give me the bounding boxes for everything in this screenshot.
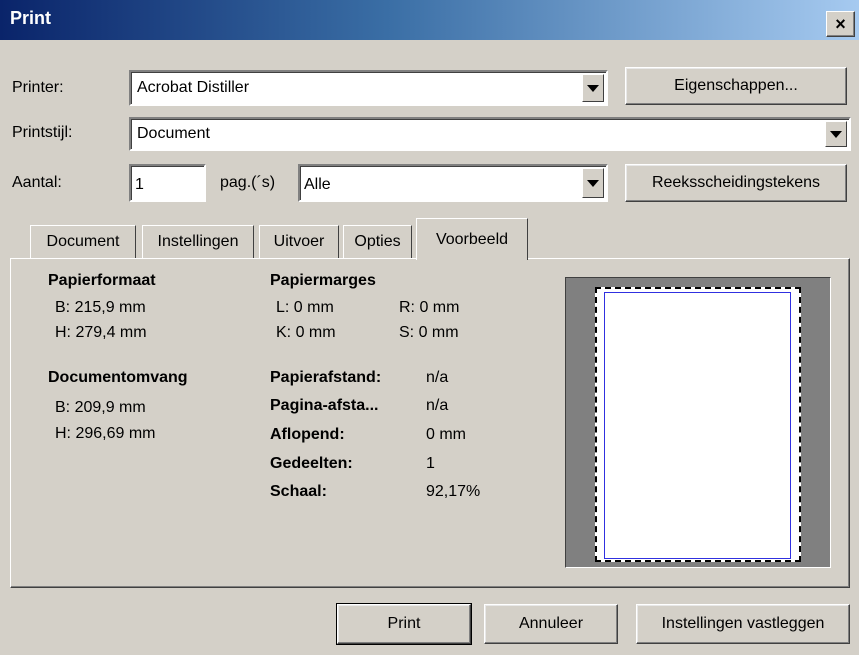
tab-document[interactable]: Document [30, 225, 136, 258]
cancel-button[interactable]: Annuleer [484, 604, 618, 644]
title-bar: Print × [0, 0, 859, 40]
tab-opties[interactable]: Opties [343, 225, 412, 258]
paper-format-heading: Papierformaat [48, 272, 156, 289]
save-settings-button[interactable]: Instellingen vastleggen [636, 604, 850, 644]
print-button[interactable]: Print [336, 603, 472, 645]
separator-button[interactable]: Reeksscheidingstekens [625, 164, 847, 202]
paper-margins-heading: Papiermarges [270, 272, 376, 289]
detail-value: 0 mm [426, 426, 466, 443]
detail-value: 92,17% [426, 483, 481, 500]
window-title: Print [10, 8, 52, 28]
chevron-down-icon [587, 84, 599, 92]
close-button[interactable]: × [826, 11, 855, 37]
print-dialog: Print × Printer: Acrobat Distiller Eigen… [0, 0, 859, 655]
document-height: H: 296,69 mm [55, 425, 156, 442]
preview-printable-area [604, 292, 791, 559]
detail-label: Aflopend: [270, 426, 345, 443]
copies-label: Aantal: [12, 174, 62, 191]
printer-select[interactable]: Acrobat Distiller [129, 70, 608, 106]
pages-select[interactable]: Alle [298, 164, 608, 202]
print-style-select[interactable]: Document [129, 117, 851, 151]
detail-label: Pagina-afsta... [270, 397, 379, 414]
detail-label: Schaal: [270, 483, 327, 500]
copies-value: 1 [135, 176, 144, 193]
margin-bottom: S: 0 mm [399, 324, 459, 341]
chevron-down-icon [830, 130, 842, 138]
detail-value: 1 [426, 455, 435, 472]
print-style-dropdown-button[interactable] [825, 121, 847, 147]
margin-top: K: 0 mm [276, 324, 336, 341]
copies-input[interactable]: 1 [129, 164, 206, 202]
chevron-down-icon [587, 179, 599, 187]
print-style-label: Printstijl: [12, 124, 73, 141]
pages-value: Alle [304, 176, 331, 193]
print-style-value: Document [137, 125, 210, 142]
properties-button[interactable]: Eigenschappen... [625, 67, 847, 105]
detail-label: Gedeelten: [270, 455, 353, 472]
tab-uitvoer[interactable]: Uitvoer [259, 225, 339, 258]
margin-right: R: 0 mm [399, 299, 460, 316]
pages-dropdown-button[interactable] [582, 168, 604, 198]
document-size-heading: Documentomvang [48, 369, 188, 386]
paper-width: B: 215,9 mm [55, 299, 146, 316]
pages-label: pag.(´s) [220, 174, 276, 191]
tab-voorbeeld[interactable]: Voorbeeld [416, 218, 528, 260]
detail-label: Papierafstand: [270, 369, 382, 386]
margin-left: L: 0 mm [276, 299, 334, 316]
printer-label: Printer: [12, 79, 64, 96]
detail-value: n/a [426, 369, 449, 386]
paper-height: H: 279,4 mm [55, 324, 147, 341]
document-width: B: 209,9 mm [55, 399, 146, 416]
tab-instellingen[interactable]: Instellingen [142, 225, 254, 258]
printer-value: Acrobat Distiller [137, 79, 250, 96]
detail-value: n/a [426, 397, 449, 414]
printer-dropdown-button[interactable] [582, 74, 604, 102]
close-icon: × [835, 13, 846, 34]
